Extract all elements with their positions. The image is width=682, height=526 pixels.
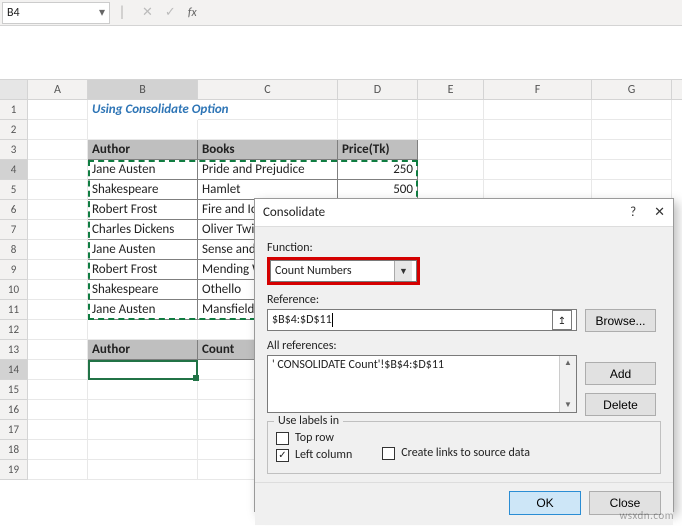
row-header[interactable]: 19	[0, 460, 28, 480]
reference-input[interactable]: $B$4:$D$11 ↥	[267, 309, 577, 331]
ribbon-placeholder	[0, 26, 682, 80]
row-headers: 1 2 3 4 5 6 7 8 9 10 11 12 13 14 15 16 1…	[0, 100, 28, 480]
row-header[interactable]: 17	[0, 420, 28, 440]
create-links-checkbox[interactable]	[382, 447, 395, 460]
chevron-down-icon[interactable]: ▼	[394, 261, 412, 281]
scroll-down-icon[interactable]: ▼	[564, 400, 572, 410]
row-header[interactable]: 15	[0, 380, 28, 400]
reference-label: Reference:	[267, 293, 661, 307]
name-box[interactable]: B4 ▾	[2, 2, 110, 24]
row-header[interactable]: 7	[0, 220, 28, 240]
col-header-f[interactable]: F	[484, 80, 592, 99]
all-references-item[interactable]: ' CONSOLIDATE Count'!$B$4:$D$11	[272, 358, 572, 372]
table-header-books: Books	[198, 140, 338, 160]
page-title: Using Consolidate Option	[88, 100, 198, 120]
table-cell-author: Charles Dickens	[88, 220, 198, 240]
table-cell-author: Jane Austen	[88, 240, 198, 260]
use-labels-group-title: Use labels in	[274, 414, 343, 428]
scrollbar[interactable]: ▲▼	[559, 356, 576, 412]
table-cell-author: Shakespeare	[88, 180, 198, 200]
table-cell-author: Robert Frost	[88, 260, 198, 280]
name-box-value: B4	[7, 6, 20, 20]
select-all-corner[interactable]	[0, 80, 28, 99]
top-row-checkbox[interactable]	[276, 432, 289, 445]
col-header-d[interactable]: D	[338, 80, 418, 99]
row-header[interactable]: 2	[0, 120, 28, 140]
row-header[interactable]: 5	[0, 180, 28, 200]
confirm-icon: ✓	[165, 5, 176, 20]
col-header-b[interactable]: B	[88, 80, 198, 99]
function-select[interactable]: Count Numbers ▼	[270, 260, 417, 282]
separator: │	[110, 5, 134, 20]
browse-button[interactable]: Browse...	[585, 309, 656, 332]
function-value: Count Numbers	[275, 264, 352, 278]
fx-icon[interactable]: fx	[188, 6, 197, 20]
function-highlight: Count Numbers ▼	[267, 257, 420, 285]
row-header[interactable]: 4	[0, 160, 28, 180]
col-header-g[interactable]: G	[592, 80, 672, 99]
table-cell-author: Jane Austen	[88, 160, 198, 180]
row-header[interactable]: 18	[0, 440, 28, 460]
col-header-a[interactable]: A	[28, 80, 88, 99]
ok-button[interactable]: OK	[509, 491, 581, 515]
table-header-author: Author	[88, 140, 198, 160]
scroll-up-icon[interactable]: ▲	[564, 358, 572, 368]
create-links-label: Create links to source data	[401, 446, 530, 460]
all-references-label: All references:	[267, 339, 577, 353]
all-references-list[interactable]: ' CONSOLIDATE Count'!$B$4:$D$11 ▲▼	[267, 355, 577, 413]
collapse-dialog-icon[interactable]: ↥	[552, 310, 572, 330]
close-icon[interactable]: ✕	[654, 205, 665, 220]
table-cell-author: Robert Frost	[88, 200, 198, 220]
row-header[interactable]: 1	[0, 100, 28, 120]
table-cell-book: Hamlet	[198, 180, 338, 200]
row-header[interactable]: 9	[0, 260, 28, 280]
row-header[interactable]: 6	[0, 200, 28, 220]
row-header[interactable]: 8	[0, 240, 28, 260]
table-cell-author: Shakespeare	[88, 280, 198, 300]
row-header[interactable]: 3	[0, 140, 28, 160]
table-header-price: Price(Tk)	[338, 140, 418, 160]
left-column-checkbox[interactable]: ✓	[276, 449, 289, 462]
column-headers: A B C D E F G	[0, 80, 682, 100]
dest-header-author: Author	[88, 340, 198, 360]
row-header[interactable]: 10	[0, 280, 28, 300]
add-button[interactable]: Add	[585, 362, 656, 385]
row-header[interactable]: 14	[0, 360, 28, 380]
table-cell-book: Pride and Prejudice	[198, 160, 338, 180]
col-header-c[interactable]: C	[198, 80, 338, 99]
cancel-icon: ✕	[142, 5, 153, 20]
consolidate-dialog: Consolidate ? ✕ Function: Count Numbers …	[254, 198, 674, 512]
row-header[interactable]: 16	[0, 400, 28, 420]
table-cell-price: 500	[338, 180, 418, 200]
name-box-dropdown-icon[interactable]: ▾	[99, 5, 105, 20]
help-icon[interactable]: ?	[630, 205, 636, 220]
function-label: Function:	[267, 241, 661, 255]
delete-button[interactable]: Delete	[585, 393, 656, 416]
table-cell-price: 250	[338, 160, 418, 180]
row-header[interactable]: 13	[0, 340, 28, 360]
col-header-e[interactable]: E	[418, 80, 484, 99]
reference-value: $B$4:$D$11	[272, 313, 333, 327]
row-header[interactable]: 12	[0, 320, 28, 340]
left-column-label: Left column	[295, 448, 352, 462]
table-cell-author: Jane Austen	[88, 300, 198, 320]
row-header[interactable]: 11	[0, 300, 28, 320]
top-row-label: Top row	[295, 431, 334, 445]
dialog-title: Consolidate	[263, 205, 325, 220]
watermark: wsxdn.com	[620, 509, 674, 522]
